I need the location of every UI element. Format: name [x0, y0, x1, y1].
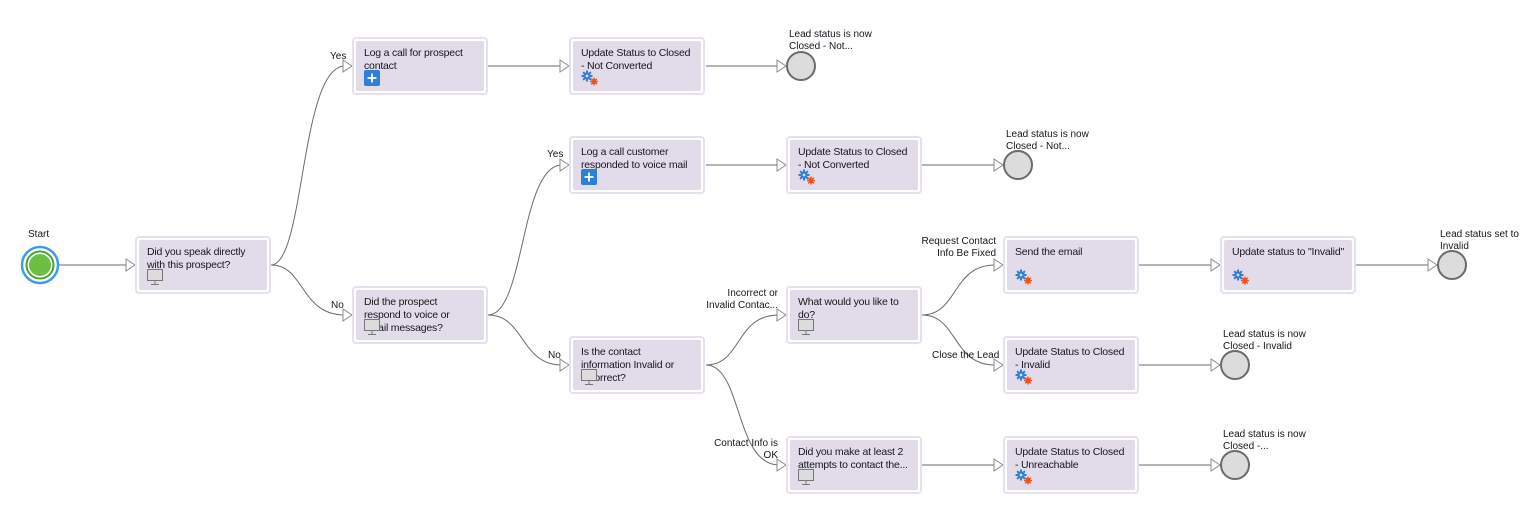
arrowhead — [342, 308, 353, 322]
arrowhead — [559, 59, 570, 73]
arrowhead — [993, 258, 1004, 272]
arrowhead — [1210, 358, 1221, 372]
edge-label-yes: Yes — [330, 51, 347, 62]
node-label: Did the prospect respond to voice or ema… — [364, 296, 450, 334]
connector-n1-n2 — [270, 65, 346, 266]
edge-label-no: No — [548, 350, 561, 361]
arrowhead — [776, 458, 787, 472]
node-label: Is the contact information Invalid or In… — [581, 346, 675, 384]
node-label: Log a call customer responded to voice m… — [581, 146, 688, 171]
end-node-e2 — [1003, 150, 1033, 180]
end-label: Lead status is now Closed - Not... — [1006, 129, 1089, 152]
arrowhead — [776, 158, 787, 172]
end-label: Lead status is now Closed - Invalid — [1223, 329, 1306, 352]
edge-label-contact-ok: Contact Info is OK — [714, 438, 778, 461]
flow-node-what-to-do[interactable]: What would you like to do? — [786, 286, 922, 344]
gears-icon — [1015, 269, 1032, 285]
end-label: Lead status is now Closed -... — [1223, 429, 1306, 452]
screen-icon — [581, 369, 597, 385]
create-record-icon — [364, 70, 380, 86]
arrowhead — [993, 158, 1004, 172]
node-label: Send the email — [1015, 246, 1083, 258]
arrowhead — [1210, 458, 1221, 472]
edge-label-yes: Yes — [547, 149, 564, 160]
edge-label-request-fix: Request Contact Info Be Fixed — [921, 236, 997, 259]
screen-icon — [364, 319, 380, 335]
arrowhead — [1427, 258, 1438, 272]
end-node-e3 — [1437, 250, 1467, 280]
flow-node-update-closed-invalid[interactable]: Update Status to Closed - Invalid — [1003, 336, 1139, 394]
flow-node-update-closed-not-converted-2[interactable]: Update Status to Closed - Not Converted — [786, 136, 922, 194]
gears-icon — [581, 70, 598, 86]
gears-icon — [1015, 469, 1032, 485]
node-label: What would you like to do? — [798, 296, 899, 321]
gears-icon — [1232, 269, 1249, 285]
screen-icon — [147, 269, 163, 285]
arrowhead — [776, 308, 787, 322]
node-label: Log a call for prospect contact — [364, 47, 463, 72]
flow-node-update-closed-not-converted-1[interactable]: Update Status to Closed - Not Converted — [569, 37, 705, 95]
start-node — [20, 245, 60, 285]
end-label: Lead status set to Invalid — [1440, 229, 1519, 252]
end-node-e5 — [1220, 450, 1250, 480]
flow-node-log-call-voicemail[interactable]: Log a call customer responded to voice m… — [569, 136, 705, 194]
screen-icon — [798, 469, 814, 485]
arrowhead — [993, 458, 1004, 472]
flow-node-update-closed-unreachable[interactable]: Update Status to Closed - Unreachable — [1003, 436, 1139, 494]
node-label: Update status to "Invalid" — [1232, 246, 1344, 258]
screen-icon — [798, 319, 814, 335]
create-record-icon — [581, 169, 597, 185]
connector-n8-n9 — [921, 264, 996, 316]
gears-icon — [1015, 369, 1032, 385]
node-label: Did you speak directly with this prospec… — [147, 246, 246, 271]
connector-n4-n5 — [487, 164, 563, 316]
flow-node-log-call-prospect[interactable]: Log a call for prospect contact — [352, 37, 488, 95]
flow-node-two-attempts[interactable]: Did you make at least 2 attempts to cont… — [786, 436, 922, 494]
edge-label-no: No — [331, 300, 344, 311]
arrowhead — [776, 59, 787, 73]
end-label: Lead status is now Closed - Not... — [789, 29, 872, 52]
arrowhead — [125, 258, 136, 272]
flow-node-send-email[interactable]: Send the email — [1003, 236, 1139, 294]
end-node-e4 — [1220, 350, 1250, 380]
start-label: Start — [28, 229, 50, 240]
flow-node-speak-directly[interactable]: Did you speak directly with this prospec… — [135, 236, 271, 294]
gears-icon — [798, 169, 815, 185]
arrowhead — [1210, 258, 1221, 272]
flow-node-update-invalid[interactable]: Update status to "Invalid" — [1220, 236, 1356, 294]
flow-node-contact-invalid[interactable]: Is the contact information Invalid or In… — [569, 336, 705, 394]
edge-label-close-lead: Close the Lead — [932, 350, 1000, 361]
node-label: Did you make at least 2 attempts to cont… — [798, 446, 908, 471]
arrowhead — [559, 358, 570, 372]
flow-node-prospect-respond[interactable]: Did the prospect respond to voice or ema… — [352, 286, 488, 344]
connector-n7-n8 — [705, 314, 780, 366]
end-node-e1 — [786, 51, 816, 81]
edge-label-incorrect: Incorrect or Invalid Contac... — [706, 288, 778, 311]
